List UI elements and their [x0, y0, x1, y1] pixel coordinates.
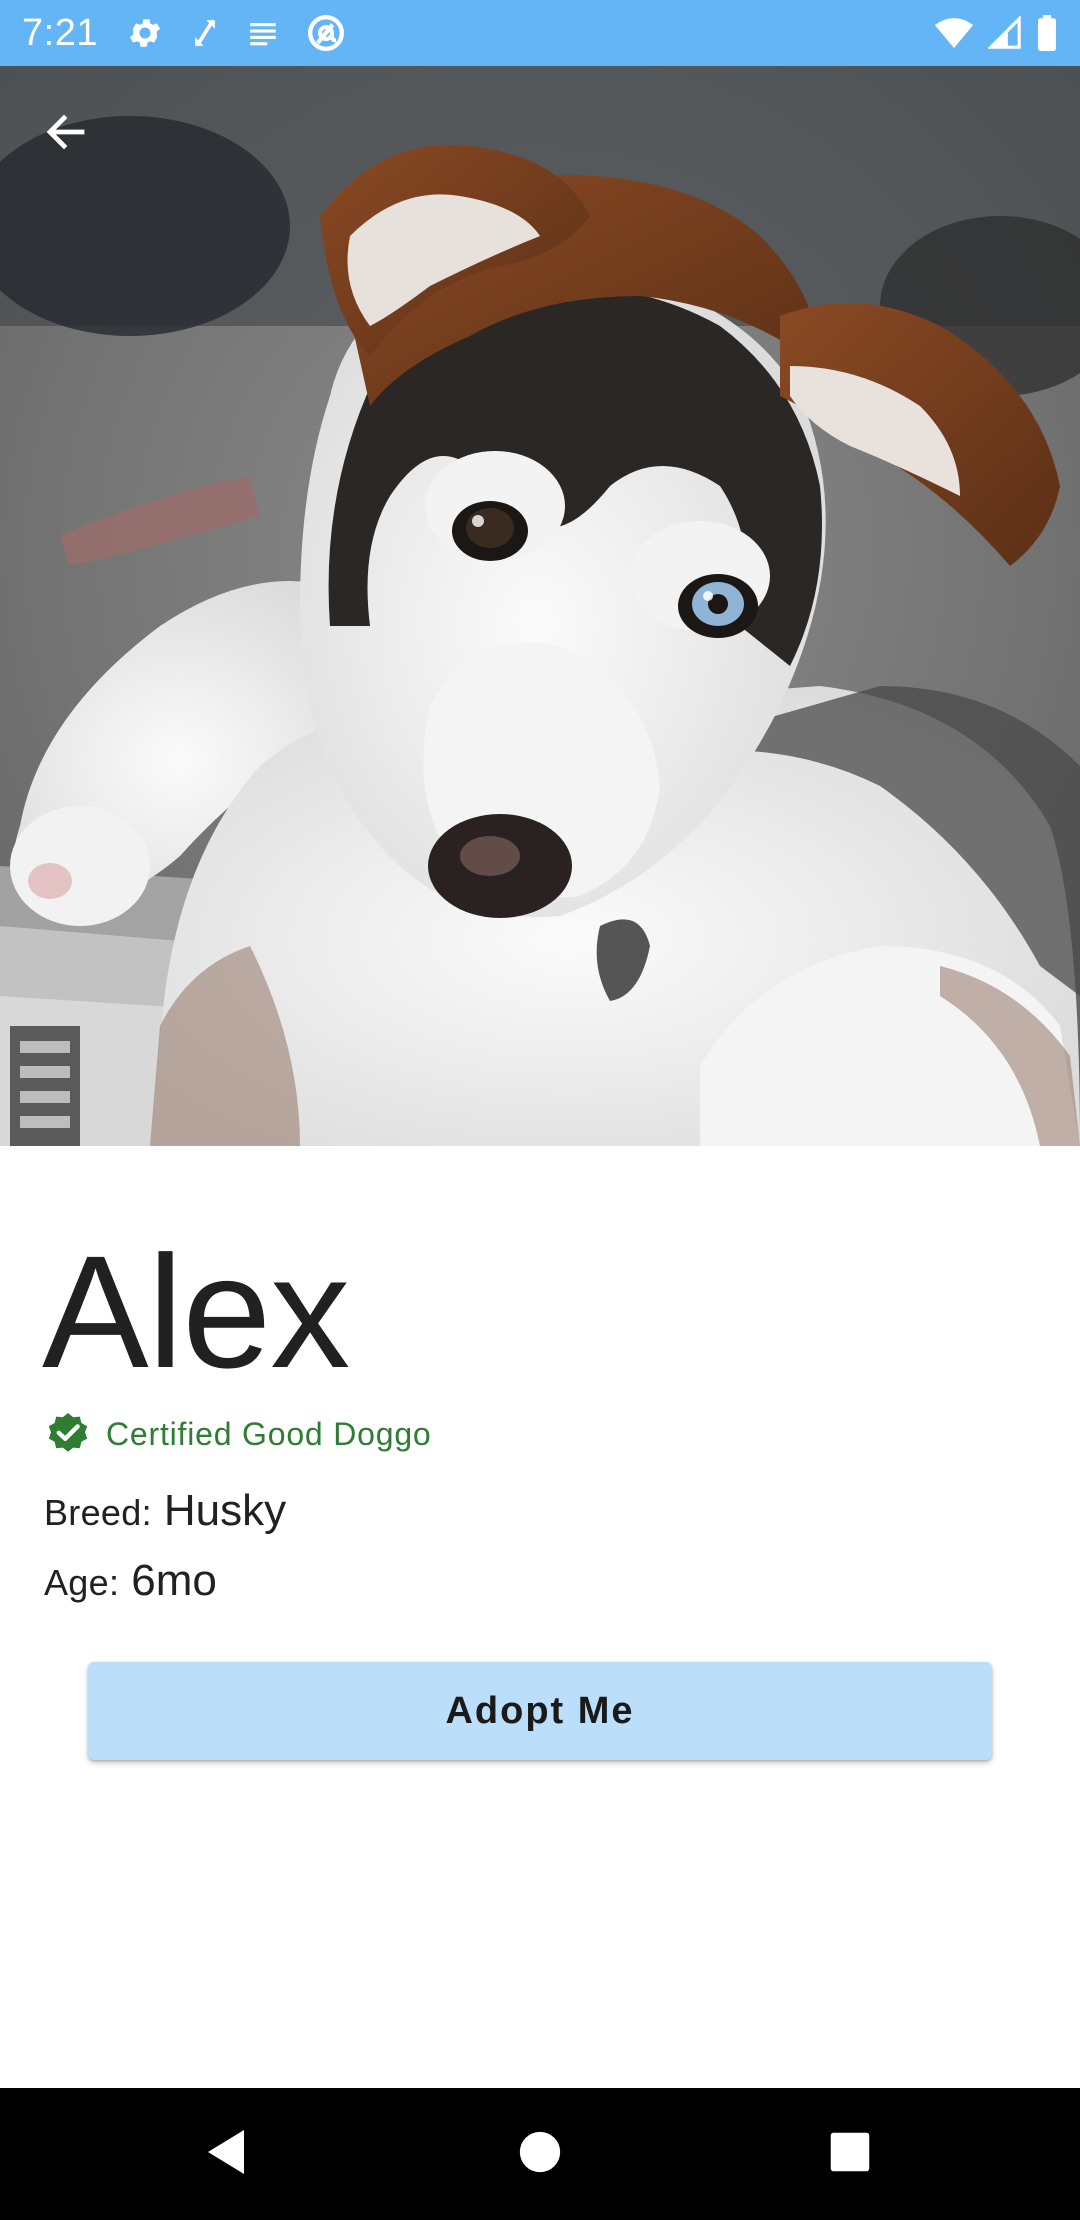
system-navigation-bar — [0, 2088, 1080, 2220]
notes-icon — [246, 16, 280, 50]
nav-back-button[interactable] — [180, 2108, 272, 2200]
age-label: Age: — [44, 1562, 120, 1603]
expand-icon — [190, 16, 220, 50]
nav-back-icon — [204, 2128, 248, 2181]
certification-badge: Certified Good Doggo — [44, 1410, 432, 1458]
signal-icon — [988, 16, 1022, 50]
status-time: 7:21 — [22, 12, 98, 54]
wifi-icon — [934, 16, 974, 50]
back-button[interactable] — [22, 90, 110, 178]
pet-detail-screen: 7:21 Alex Certified Good Doggo Breed: Hu… — [0, 0, 1080, 2220]
breed-row: Breed: Husky — [44, 1486, 286, 1536]
breed-value: Husky — [163, 1486, 287, 1535]
dog-illustration — [0, 66, 1080, 1146]
age-row: Age: 6mo — [44, 1556, 217, 1606]
certification-text: Certified Good Doggo — [106, 1415, 432, 1452]
status-notification-icons — [126, 14, 346, 52]
pet-name: Alex — [42, 1222, 350, 1401]
battery-icon — [1036, 15, 1058, 51]
breed-label: Breed: — [44, 1492, 152, 1533]
adopt-me-button[interactable]: Adopt Me — [88, 1662, 992, 1760]
status-bar: 7:21 — [0, 0, 1080, 66]
arrow-left-icon — [42, 108, 90, 161]
age-value: 6mo — [131, 1556, 217, 1605]
nav-recents-button[interactable] — [804, 2108, 896, 2200]
nav-home-icon — [518, 2130, 562, 2179]
verified-badge-icon — [44, 1410, 92, 1458]
at-sign-icon — [306, 13, 346, 53]
nav-home-button[interactable] — [494, 2108, 586, 2200]
husky-puppy-photo — [0, 66, 1080, 1146]
nav-recents-icon — [829, 2131, 871, 2178]
status-system-icons — [934, 14, 1058, 52]
gear-icon — [126, 14, 164, 52]
